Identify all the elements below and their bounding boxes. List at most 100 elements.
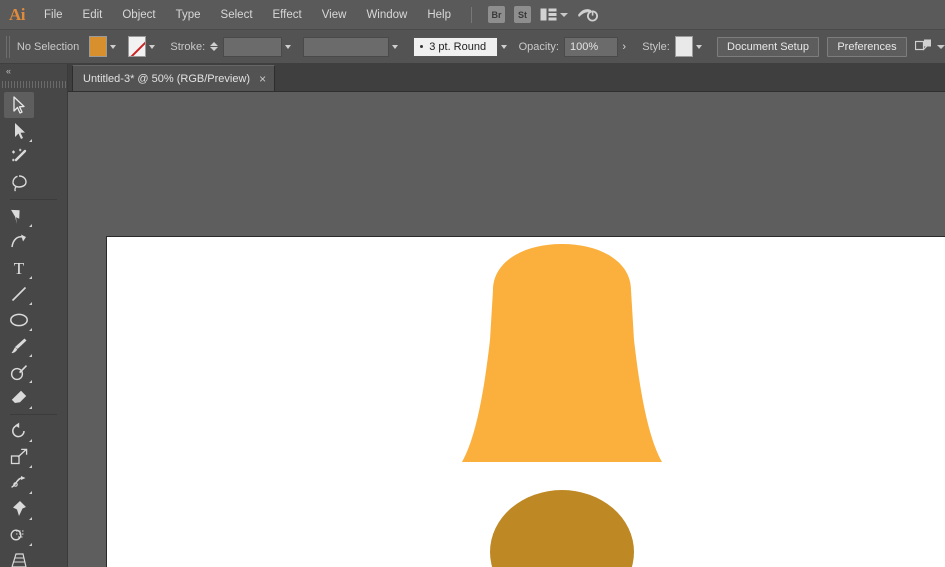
selection-status-label: No Selection [16, 40, 80, 53]
stepper-up-icon [210, 42, 219, 46]
tool-submenu-indicator [29, 354, 32, 357]
menu-bar: Ai File Edit Object Type Select Effect V… [0, 0, 945, 30]
align-icon [915, 39, 932, 51]
chevron-down-icon [110, 44, 117, 49]
arrange-documents-button[interactable] [540, 8, 568, 21]
brush-definition-label: 3 pt. Round [429, 40, 487, 53]
chevron-down-icon [937, 44, 945, 49]
collapse-panel-icon[interactable]: « [6, 66, 11, 76]
selection-tool[interactable] [4, 92, 34, 118]
menu-effect[interactable]: Effect [263, 0, 312, 30]
selection-arrow-icon [13, 96, 25, 114]
lasso-tool[interactable] [4, 170, 34, 196]
line-segment-tool[interactable] [4, 281, 34, 307]
tools-divider [10, 414, 57, 415]
chevron-down-icon [392, 44, 399, 49]
preferences-button[interactable]: Preferences [827, 36, 907, 57]
artboard [106, 236, 945, 567]
fill-color-swatch[interactable] [89, 36, 108, 57]
control-bar-grip[interactable] [6, 35, 12, 58]
menu-divider [471, 6, 472, 23]
perspective-grid-tool[interactable] [4, 548, 34, 567]
bridge-badge-icon[interactable]: Br [488, 6, 505, 23]
variable-width-profile-input[interactable] [303, 36, 389, 57]
stepper-down-icon [210, 47, 219, 51]
shaper-pencil-icon [10, 365, 27, 381]
curvature-tool[interactable] [4, 229, 34, 255]
tool-submenu-indicator [29, 224, 32, 227]
ellipse-tool[interactable] [4, 307, 34, 333]
free-transform-pin-icon [13, 501, 26, 516]
direct-selection-tool[interactable] [4, 118, 34, 144]
brush-definition-select[interactable]: 3 pt. Round [413, 36, 498, 57]
opacity-options-button[interactable]: › [618, 37, 631, 57]
menu-file[interactable]: File [34, 0, 73, 30]
direct-selection-arrow-icon [14, 123, 25, 139]
pen-nib-icon [11, 209, 20, 224]
document-tab[interactable]: Untitled-3* @ 50% (RGB/Preview) × [72, 65, 276, 91]
paintbrush-icon [11, 338, 27, 354]
line-icon [11, 286, 27, 302]
menu-help[interactable]: Help [417, 0, 461, 30]
illustrator-window: Ai File Edit Object Type Select Effect V… [0, 0, 945, 567]
tool-submenu-indicator [29, 328, 32, 331]
align-options-button[interactable] [915, 39, 945, 54]
chevron-down-icon [500, 44, 507, 49]
close-icon[interactable]: × [259, 73, 266, 85]
tools-grid: T [0, 92, 67, 567]
stroke-weight-label: Stroke: [170, 40, 206, 53]
type-tool[interactable]: T [4, 255, 34, 281]
stroke-weight-stepper[interactable] [210, 42, 219, 51]
tool-submenu-indicator [29, 276, 32, 279]
menu-select[interactable]: Select [211, 0, 263, 30]
app-logo-icon: Ai [9, 4, 26, 24]
tool-submenu-indicator [29, 302, 32, 305]
magic-wand-tool[interactable] [4, 144, 34, 170]
paintbrush-tool[interactable] [4, 333, 34, 359]
shaper-tool[interactable] [4, 359, 34, 385]
stroke-weight-input[interactable] [223, 36, 283, 57]
eraser-tool[interactable] [4, 385, 34, 411]
tool-submenu-indicator [29, 380, 32, 383]
stock-badge-icon[interactable]: St [514, 6, 531, 23]
menu-view[interactable]: View [312, 0, 357, 30]
rotate-tool[interactable] [4, 418, 34, 444]
svg-text:T: T [14, 259, 25, 277]
chevron-down-icon [560, 12, 568, 17]
sync-settings-icon [578, 9, 598, 22]
eraser-icon [11, 390, 27, 403]
pen-tool[interactable] [4, 203, 34, 229]
graphic-style-label: Style: [642, 40, 670, 53]
menu-edit[interactable]: Edit [73, 0, 113, 30]
stroke-color-swatch[interactable] [128, 36, 147, 57]
document-setup-button[interactable]: Document Setup [717, 36, 819, 57]
scale-tool[interactable] [4, 444, 34, 470]
stroke-weight-dropdown[interactable] [282, 36, 295, 57]
graphic-style-dropdown[interactable] [693, 36, 706, 57]
graphic-style-swatch[interactable] [674, 36, 693, 57]
menu-object[interactable]: Object [112, 0, 165, 30]
width-tool[interactable] [4, 470, 34, 496]
canvas-area[interactable] [68, 92, 945, 567]
type-T-icon: T [14, 259, 25, 277]
sync-settings-button[interactable] [577, 7, 598, 22]
opacity-input[interactable]: 100% [564, 36, 618, 57]
width-icon [11, 476, 26, 488]
tools-panel-header[interactable]: « [0, 64, 67, 78]
lasso-icon [12, 175, 27, 192]
brush-definition-dropdown[interactable] [498, 36, 511, 57]
menu-window[interactable]: Window [356, 0, 417, 30]
stroke-swatch-dropdown[interactable] [146, 36, 159, 57]
fill-swatch-dropdown[interactable] [107, 36, 120, 57]
variable-width-profile-dropdown[interactable] [389, 36, 402, 57]
menu-bar-icons: Br St [488, 6, 598, 23]
tools-panel-grip[interactable] [0, 79, 67, 89]
tool-submenu-indicator [29, 406, 32, 409]
tool-submenu-indicator [29, 491, 32, 494]
control-bar: No Selection Stroke: 3 pt. Round Opacity… [0, 30, 945, 64]
menu-type[interactable]: Type [166, 0, 211, 30]
free-transform-tool[interactable] [4, 496, 34, 522]
perspective-grid-icon [11, 553, 27, 567]
shape-builder-tool[interactable] [4, 522, 34, 548]
tools-divider [10, 199, 57, 200]
